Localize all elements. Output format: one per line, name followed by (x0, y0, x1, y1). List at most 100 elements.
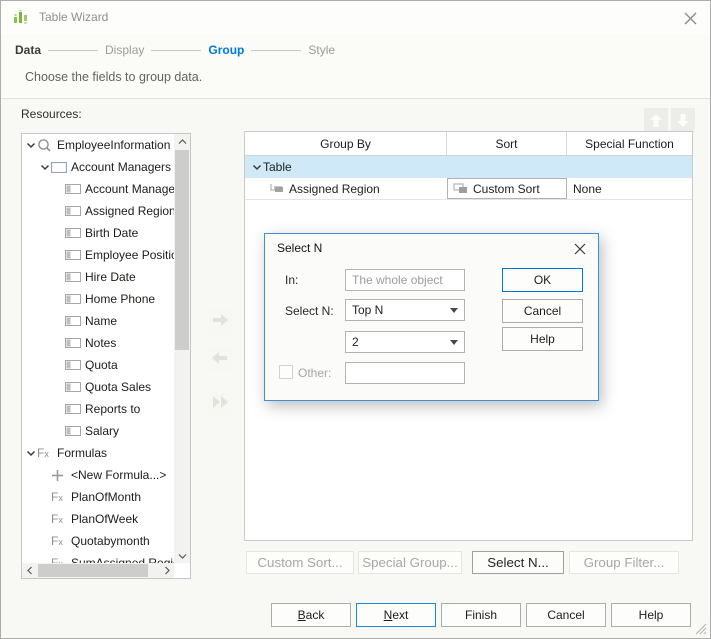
scroll-right-icon[interactable] (159, 563, 174, 578)
resize-grip-icon[interactable] (695, 623, 707, 635)
finish-button[interactable]: Finish (441, 603, 521, 627)
tree-item-label: SumAssigned Region (71, 556, 174, 563)
cell-special-function[interactable] (567, 156, 692, 178)
chevron-down-icon (450, 340, 458, 345)
close-icon[interactable] (682, 10, 698, 26)
column-icon (65, 316, 85, 326)
tree-item-label: EmployeeInformation (57, 138, 171, 152)
tree-item-quota[interactable]: Quota (22, 354, 174, 376)
tree-item-employee-position[interactable]: Employee Position (22, 244, 174, 266)
step-connector (48, 49, 99, 51)
step-data[interactable]: Data (15, 43, 41, 57)
horizontal-scroll-thumb[interactable] (38, 564, 148, 577)
group-table-rows: Table Assigned Region Custom Sort None (245, 156, 692, 200)
other-checkbox[interactable] (279, 365, 293, 379)
tree-item-new-formula[interactable]: <New Formula...> (22, 464, 174, 486)
tree-item-label: Employee Position (85, 248, 174, 262)
tree-horizontal-scrollbar[interactable] (22, 563, 174, 578)
tree-item-home-phone[interactable]: Home Phone (22, 288, 174, 310)
cell-special-function[interactable]: None (567, 178, 692, 200)
dialog-cancel-button[interactable]: Cancel (502, 299, 583, 323)
column-icon (65, 360, 85, 370)
column-header-special-function: Special Function (585, 136, 674, 151)
tree-item-account-managers[interactable]: Account Managers (22, 156, 174, 178)
tree-item-label: PlanOfMonth (71, 490, 142, 504)
step-group[interactable]: Group (208, 43, 244, 57)
wizard-steps: Data Display Group Style (15, 43, 335, 57)
chevron-down-icon (24, 450, 37, 457)
table-row[interactable]: Table (245, 156, 692, 178)
tree-item-notes[interactable]: Notes (22, 332, 174, 354)
dialog-ok-button[interactable]: OK (502, 268, 583, 292)
select-n-button[interactable]: Select N... (472, 551, 564, 574)
cell-text: Custom Sort (473, 181, 540, 196)
dialog-title: Select N (277, 241, 323, 255)
select-n-dropdown-value: Top N (352, 303, 384, 317)
tree-item-employeeinformation[interactable]: EmployeeInformation (22, 134, 174, 156)
tree-item-label: <New Formula...> (71, 468, 167, 482)
vertical-scroll-thumb[interactable] (175, 150, 189, 350)
scroll-left-icon[interactable] (22, 563, 37, 578)
tree-item-label: PlanOfWeek (71, 512, 139, 526)
tree-item-label: Quotabymonth (71, 534, 150, 548)
cell-group-by[interactable]: Table (245, 156, 447, 178)
cell-text: None (573, 181, 602, 196)
cell-group-by[interactable]: Assigned Region (245, 178, 447, 200)
tree-item-assigned-region[interactable]: Assigned Region (22, 200, 174, 222)
cell-sort[interactable] (447, 156, 567, 178)
step-display[interactable]: Display (105, 43, 144, 57)
n-value-dropdown[interactable]: 2 (345, 331, 465, 353)
help-button[interactable]: Help (611, 603, 691, 627)
plus-icon (51, 469, 71, 482)
step-connector (151, 49, 202, 51)
dialog-help-button[interactable]: Help (502, 327, 583, 351)
cell-sort[interactable]: Custom Sort (447, 178, 567, 200)
tree-item-account-managers-i[interactable]: Account Managers I (22, 178, 174, 200)
fx-icon: Fx (37, 446, 49, 460)
in-field[interactable]: The whole object (345, 269, 465, 291)
tree-item-planofmonth[interactable]: Fx PlanOfMonth (22, 486, 174, 508)
back-button[interactable]: Back (271, 603, 351, 627)
tree-item-reports-to[interactable]: Reports to (22, 398, 174, 420)
dialog-close-icon[interactable] (573, 242, 587, 256)
resources-tree-items: EmployeeInformation Account Managers Accou… (22, 134, 174, 563)
tree-item-salary[interactable]: Salary (22, 420, 174, 442)
tree-item-label: Quota Sales (85, 380, 152, 394)
fx-icon: Fx (51, 490, 63, 504)
tree-item-hire-date[interactable]: Hire Date (22, 266, 174, 288)
tree-item-label: Quota (85, 358, 118, 372)
tree-item-planofweek[interactable]: Fx PlanOfWeek (22, 508, 174, 530)
select-n-dropdown[interactable]: Top N (345, 299, 465, 321)
tree-item-label: Notes (85, 336, 117, 350)
tree-item-sumassigned-region[interactable]: Fx SumAssigned Region (22, 552, 174, 563)
column-icon (65, 404, 85, 414)
column-icon (65, 338, 85, 348)
add-all-fields-button[interactable] (207, 391, 233, 416)
tree-item-quotabymonth[interactable]: Fx Quotabymonth (22, 530, 174, 552)
other-field[interactable] (345, 362, 465, 384)
next-button[interactable]: Next (356, 603, 436, 627)
chevron-down-icon (450, 308, 458, 313)
wizard-header: Data Display Group Style Choose the fields … (1, 34, 710, 99)
table-row[interactable]: Assigned Region Custom Sort None (245, 178, 692, 200)
double-right-arrow-icon (211, 395, 230, 412)
tree-item-name[interactable]: Name (22, 310, 174, 332)
move-up-button[interactable] (644, 108, 668, 132)
chevron-down-icon (38, 164, 51, 171)
in-label: In: (285, 273, 299, 287)
add-field-button[interactable] (207, 309, 233, 334)
remove-field-button[interactable] (207, 347, 233, 372)
tree-item-quota-sales[interactable]: Quota Sales (22, 376, 174, 398)
column-icon (65, 250, 85, 260)
step-style[interactable]: Style (308, 43, 335, 57)
scroll-up-icon[interactable] (174, 134, 190, 149)
tree-item-label: Account Managers I (85, 182, 174, 196)
n-value-dropdown-value: 2 (352, 335, 359, 349)
tree-item-formulas[interactable]: Fx Formulas (22, 442, 174, 464)
tree-vertical-scrollbar[interactable] (174, 134, 190, 563)
column-icon (65, 382, 85, 392)
cancel-button[interactable]: Cancel (526, 603, 606, 627)
move-down-button[interactable] (671, 108, 695, 132)
scroll-down-icon[interactable] (174, 548, 190, 563)
tree-item-birth-date[interactable]: Birth Date (22, 222, 174, 244)
